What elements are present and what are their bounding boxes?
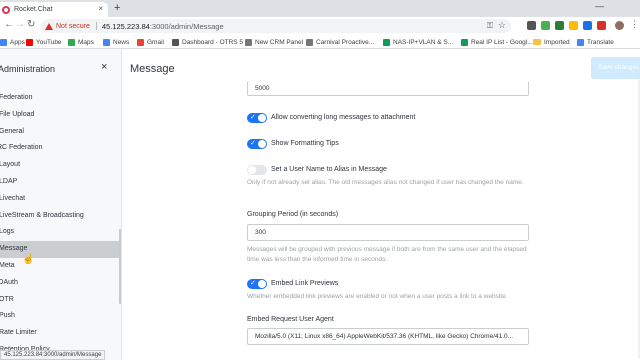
browser-menu-icon[interactable]: ⋮ [630,19,639,30]
browser-tab[interactable]: Rocket.Chat × [0,2,108,17]
alias-label: Set a User Name to Alias in Message [271,166,387,173]
long-messages-toggle[interactable]: ✓ [247,113,267,123]
browser-tab-strip: Rocket.Chat × + — [0,0,640,17]
embed-previews-toggle[interactable]: ✓ [247,279,267,289]
bookmark-gmail[interactable]: Gmail [137,37,164,47]
bookmark-carnival[interactable]: Carnival Proactive... [306,37,374,47]
grouping-period-input[interactable]: 300 [247,224,529,241]
extension-icon[interactable] [597,21,606,30]
check-icon: ✓ [250,280,256,287]
grouping-period-label: Grouping Period (in seconds) [247,211,339,218]
grouping-period-hint: Messages will be grouped with previous m… [247,246,527,263]
admin-sidebar: Administration × Federation File Upload … [0,49,122,360]
translate-icon [577,38,584,46]
mouse-pointer-icon: ☝ [22,254,35,265]
sheets-icon [383,38,390,46]
bookmark-real-ip[interactable]: Real IP List - Googl... [461,37,533,47]
profile-avatar[interactable] [615,21,624,30]
bookmark-nas[interactable]: NAS-IP+VLAN & S... [383,37,453,47]
settings-panel: Message Save changes 5000 ✓ Allow conver… [122,49,640,360]
folder-icon [533,39,541,45]
sidebar-item-message[interactable]: Message [0,241,119,258]
carnival-icon [306,38,313,46]
sidebar-item-general[interactable]: General [0,124,119,141]
sidebar-item-livechat[interactable]: Livechat [0,191,119,208]
message-length-input[interactable]: 5000 [247,81,529,96]
toggle-knob [258,280,266,288]
sidebar-item-meta[interactable]: Meta [0,258,119,275]
alias-toggle[interactable] [247,165,267,175]
maps-icon [68,38,75,46]
sidebar-title: Administration [0,64,56,74]
security-label: Not secure [56,22,90,30]
extension-icon[interactable] [583,21,592,30]
long-messages-label: Allow converting long messages to attach… [271,114,416,121]
news-icon [103,38,110,46]
gmail-icon [137,38,144,46]
alias-hint: Only if not already set alias. The old m… [247,179,524,186]
tab-title: Rocket.Chat [14,6,53,13]
formatting-tips-toggle[interactable]: ✓ [247,139,267,149]
save-changes-button[interactable]: Save changes [591,57,640,79]
apps-grid-icon [0,38,7,46]
warning-icon [45,22,53,30]
bookmark-imported[interactable]: Imported [533,37,570,47]
sidebar-item-oauth[interactable]: OAuth [0,275,119,292]
sidebar-item-file-upload[interactable]: File Upload [0,107,119,124]
embed-previews-label: Embed Link Previews [271,280,339,287]
check-icon: ✓ [250,114,256,121]
bookmark-apps[interactable]: Apps [0,37,25,47]
bookmark-translate[interactable]: Translate [577,37,614,47]
sidebar-item-rate-limiter[interactable]: Rate Limiter [0,325,119,342]
youtube-icon [26,38,33,46]
extension-icon[interactable] [555,21,564,30]
bookmark-news[interactable]: News [103,37,129,47]
extension-icon[interactable] [527,21,536,30]
rocketchat-favicon-icon [2,5,10,14]
bookmark-youtube[interactable]: YouTube [26,37,62,47]
toggle-knob [248,166,256,174]
status-bar-url: 45.125.223.84:3000/admin/Message [0,350,106,360]
new-tab-button[interactable]: + [114,2,120,14]
key-icon[interactable]: ⚿ [487,21,493,31]
sidebar-item-livestream[interactable]: LiveStream & Broadcasting [0,208,119,225]
sidebar-item-irc-federation[interactable]: IRC Federation [0,140,119,157]
user-agent-input[interactable]: Mozilla/5.0 (X11; Linux x86_64) AppleWeb… [247,328,529,345]
address-bar[interactable]: Not secure 45.125.223.84 :3000/admin/Mes… [41,19,511,33]
sidebar-item-logs[interactable]: Logs [0,224,119,241]
user-agent-label: Embed Request User Agent [247,316,334,323]
bookmark-star-icon[interactable]: ☆ [498,20,506,31]
bookmark-maps[interactable]: Maps [68,37,94,47]
address-separator [95,22,97,30]
otrs-icon [172,38,179,46]
check-icon: ✓ [250,140,256,147]
minimize-window-icon[interactable]: — [595,1,604,11]
bookmark-otrs[interactable]: Dashboard - OTRS 5 [172,37,243,47]
toggle-knob [258,114,266,122]
formatting-tips-label: Show Formatting Tips [271,140,339,147]
extension-icon[interactable] [569,21,578,30]
embed-previews-hint: Whether embedded link previews are enabl… [247,293,508,300]
url-host: 45.125.223.84 [101,21,150,31]
reload-icon[interactable]: ↻ [27,19,35,31]
toggle-knob [258,140,266,148]
bookmarks-bar: Apps YouTube Maps News Gmail Dashboard -… [0,35,640,49]
sidebar-item-federation[interactable]: Federation [0,90,119,107]
crm-icon [245,38,252,46]
sidebar-list: Federation File Upload General IRC Feder… [0,90,119,359]
page-title: Message [130,63,175,75]
sidebar-item-layout[interactable]: Layout [0,157,119,174]
sidebar-item-otr[interactable]: OTR [0,292,119,309]
browser-toolbar: ← → ↻ Not secure 45.125.223.84 :3000/adm… [0,17,640,35]
sidebar-item-ldap[interactable]: LDAP [0,174,119,191]
sheets-icon [461,38,468,46]
back-arrow-icon[interactable]: ← [4,19,14,31]
tab-close-icon[interactable]: × [98,4,103,13]
bookmark-crm[interactable]: New CRM Panel [245,37,303,47]
sidebar-item-push[interactable]: Push [0,308,119,325]
extension-icon[interactable] [541,21,550,30]
forward-arrow-icon[interactable]: → [15,19,25,31]
close-icon[interactable]: × [101,61,107,73]
url-path: :3000/admin/Message [149,21,224,31]
